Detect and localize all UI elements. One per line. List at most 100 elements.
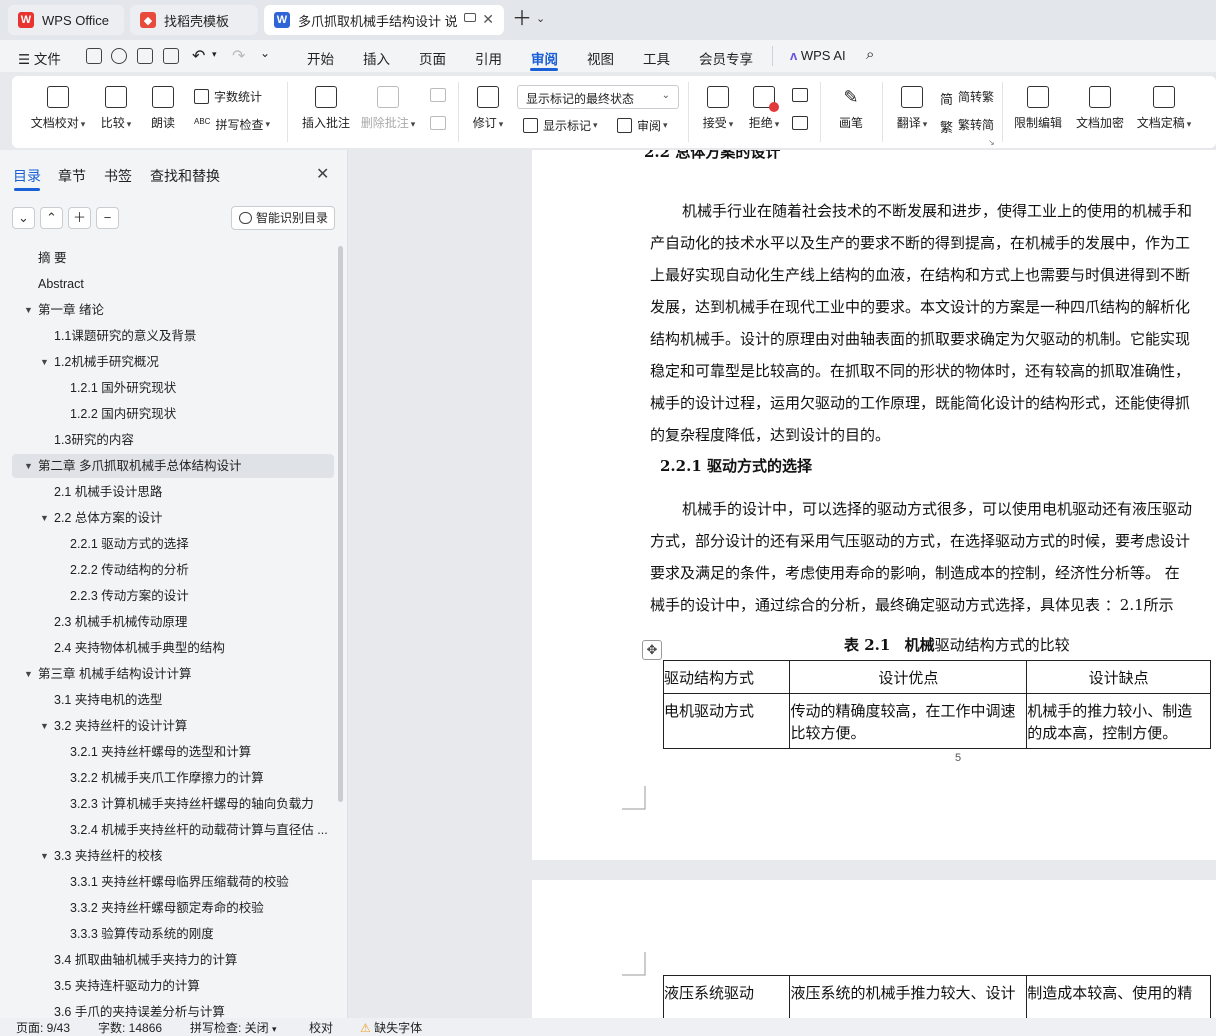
menu-home[interactable]: 开始 bbox=[307, 48, 334, 68]
print-icon[interactable] bbox=[137, 48, 153, 64]
expand-arrow-icon[interactable]: ▼ bbox=[40, 506, 49, 530]
toc-item[interactable]: ▼ 1.2机械手研究概况 bbox=[0, 350, 334, 374]
next-comment-icon[interactable] bbox=[430, 116, 446, 130]
close-icon[interactable]: ✕ bbox=[316, 164, 329, 184]
expand-arrow-icon[interactable]: ▼ bbox=[40, 350, 49, 374]
word-count-indicator[interactable]: 字数: 14866 bbox=[98, 1019, 162, 1036]
toc-item[interactable]: 2.2.3 传动方案的设计 bbox=[0, 584, 334, 608]
toc-item[interactable]: 2.4 夹持物体机械手典型的结构 bbox=[0, 636, 334, 660]
toc-item[interactable]: 1.2.1 国外研究现状 bbox=[0, 376, 334, 400]
document-page[interactable]: 液压系统驱动 液压系统的机械手推力较大、设计 制造成本较高、使用的精 bbox=[532, 880, 1216, 1018]
toc-item[interactable]: 3.1 夹持电机的选型 bbox=[0, 688, 334, 712]
word-count-button[interactable]: 字数统计 bbox=[194, 88, 262, 105]
show-markup-button[interactable]: 显示标记 ▾ bbox=[523, 117, 598, 134]
toc-item[interactable]: 3.5 夹持连杆驱动力的计算 bbox=[0, 974, 334, 998]
read-aloud-button[interactable]: 朗读 bbox=[146, 86, 180, 131]
to-simplified-button[interactable]: 繁繁转简 bbox=[940, 116, 994, 135]
markup-state-select[interactable]: 显示标记的最终状态 ⌄ bbox=[517, 85, 679, 109]
search-icon[interactable]: ⌕ bbox=[866, 46, 874, 63]
group-expand-icon[interactable]: ↘ bbox=[988, 138, 995, 147]
expand-arrow-icon[interactable]: ▼ bbox=[40, 844, 49, 868]
collapse-up-button[interactable]: ⌃ bbox=[40, 207, 63, 229]
translate-button[interactable]: 翻译 ▾ bbox=[892, 86, 932, 131]
page-indicator[interactable]: 页面: 9/43 bbox=[16, 1019, 70, 1036]
toc-item[interactable]: 3.4 抓取曲轴机械手夹持力的计算 bbox=[0, 948, 334, 972]
toc-item[interactable]: ▼ 3.2 夹持丝杆的设计计算 bbox=[0, 714, 334, 738]
track-changes-button[interactable]: 修订 ▾ bbox=[468, 86, 508, 131]
tab-toc[interactable]: 目录 bbox=[13, 166, 41, 186]
tab-bookmarks[interactable]: 书签 bbox=[104, 166, 132, 186]
toc-item[interactable]: 2.2.1 驱动方式的选择 bbox=[0, 532, 334, 556]
toc-item[interactable]: ▼ 第一章 绪论 bbox=[0, 298, 334, 322]
tab-find-replace[interactable]: 查找和替换 bbox=[150, 166, 220, 186]
encrypt-doc-button[interactable]: 文档加密 bbox=[1072, 86, 1128, 131]
tab-wps-office[interactable]: W WPS Office bbox=[8, 5, 124, 35]
table-move-handle-icon[interactable]: ✥ bbox=[642, 640, 662, 660]
delete-comment-button[interactable]: 删除批注 ▾ bbox=[360, 86, 416, 131]
toc-item[interactable]: 2.3 机械手机械传动原理 bbox=[0, 610, 334, 634]
expand-arrow-icon[interactable]: ▼ bbox=[24, 454, 33, 478]
toc-item[interactable]: 3.3.3 验算传动系统的刚度 bbox=[0, 922, 334, 946]
toc-item[interactable]: 1.2.2 国内研究现状 bbox=[0, 402, 334, 426]
menu-insert[interactable]: 插入 bbox=[363, 48, 390, 68]
comparison-table[interactable]: 驱动结构方式 设计优点 设计缺点 电机驱动方式 传动的精确度较高，在工作中调速比… bbox=[662, 660, 1211, 749]
toc-item[interactable]: ▼ 第三章 机械手结构设计计算 bbox=[0, 662, 334, 686]
restrict-edit-button[interactable]: 限制编辑 bbox=[1010, 86, 1066, 131]
remove-heading-button[interactable]: − bbox=[96, 207, 119, 229]
compare-button[interactable]: 比较 ▾ bbox=[96, 86, 136, 131]
menu-view[interactable]: 视图 bbox=[587, 48, 614, 68]
document-canvas[interactable]: 2.2 总体方案的设计 机械手行业在随着社会技术的不断发展和进步，使得工业上的使… bbox=[349, 150, 1216, 1018]
save-icon[interactable] bbox=[86, 48, 102, 64]
expand-arrow-icon[interactable]: ▼ bbox=[24, 298, 33, 322]
tab-sections[interactable]: 章节 bbox=[58, 166, 86, 186]
menu-references[interactable]: 引用 bbox=[475, 48, 502, 68]
menu-tools[interactable]: 工具 bbox=[643, 48, 670, 68]
toc-item[interactable]: ▼ 2.2 总体方案的设计 bbox=[0, 506, 334, 530]
smart-toc-button[interactable]: 智能识别目录 bbox=[231, 206, 335, 230]
insert-comment-button[interactable]: 插入批注 bbox=[300, 86, 352, 131]
undo-dropdown-icon[interactable]: ▾ bbox=[212, 49, 217, 60]
toc-item[interactable]: 3.2.3 计算机械手夹持丝杆螺母的轴向负载力 bbox=[0, 792, 334, 816]
print-preview-icon[interactable] bbox=[163, 48, 179, 64]
previous-change-icon[interactable] bbox=[792, 88, 808, 102]
toc-item[interactable]: 1.1课题研究的意义及背景 bbox=[0, 324, 334, 348]
menu-member[interactable]: 会员专享 bbox=[699, 48, 753, 68]
toc-item[interactable]: ▼ 第二章 多爪抓取机械手总体结构设计 bbox=[12, 454, 334, 478]
expand-arrow-icon[interactable]: ▼ bbox=[24, 662, 33, 686]
close-tab-icon[interactable]: ✕ bbox=[482, 11, 494, 28]
finalize-doc-button[interactable]: 文档定稿 ▾ bbox=[1132, 86, 1196, 131]
tab-current-document[interactable]: W 多爪抓取机械手结构设计 说明 ✕ bbox=[264, 5, 504, 35]
menu-file[interactable]: ☰ 文件 bbox=[18, 48, 61, 68]
toc-item[interactable]: 3.6 手爪的夹持误差分析与计算 bbox=[0, 1000, 334, 1018]
comparison-table-continued[interactable]: 液压系统驱动 液压系统的机械手推力较大、设计 制造成本较高、使用的精 bbox=[662, 975, 1211, 1018]
collapse-down-button[interactable]: ⌄ bbox=[12, 207, 35, 229]
toc-item[interactable]: 3.3.2 夹持丝杆螺母额定寿命的校验 bbox=[0, 896, 334, 920]
doc-check-button[interactable]: 文档校对 ▾ bbox=[28, 86, 88, 131]
toc-item[interactable]: 3.2.1 夹持丝杆螺母的选型和计算 bbox=[0, 740, 334, 764]
sidebar-scrollbar[interactable] bbox=[338, 246, 343, 802]
proof-indicator[interactable]: 校对 bbox=[309, 1019, 333, 1036]
missing-font-indicator[interactable]: ⚠ 缺失字体 bbox=[360, 1019, 422, 1036]
spell-check-indicator[interactable]: 拼写检查: 关闭 ▾ bbox=[190, 1019, 277, 1036]
toc-item[interactable]: Abstract bbox=[0, 272, 334, 296]
toc-item[interactable]: 摘 要 bbox=[0, 246, 334, 270]
menu-review[interactable]: 审阅 bbox=[531, 48, 558, 68]
tab-docer-templates[interactable]: ◆ 找稻壳模板 bbox=[130, 5, 258, 35]
wps-ai-button[interactable]: ᴧ WPS AI bbox=[790, 48, 846, 63]
add-heading-button[interactable]: ＋ bbox=[68, 207, 91, 229]
review-pane-button[interactable]: 审阅 ▾ bbox=[617, 117, 668, 134]
pen-button[interactable]: ✎ 画笔 bbox=[834, 86, 868, 131]
menu-page[interactable]: 页面 bbox=[419, 48, 446, 68]
reject-button[interactable]: 拒绝 ▾ bbox=[744, 86, 784, 131]
toc-item[interactable]: 2.2.2 传动结构的分析 bbox=[0, 558, 334, 582]
share-icon[interactable] bbox=[111, 48, 127, 64]
toc-item[interactable]: 1.3研究的内容 bbox=[0, 428, 334, 452]
more-quick-access-icon[interactable]: ⌄ bbox=[260, 46, 270, 60]
redo-icon[interactable]: ↷ bbox=[232, 46, 245, 66]
expand-arrow-icon[interactable]: ▼ bbox=[40, 714, 49, 738]
toc-item[interactable]: 3.2.2 机械手夹爪工作摩擦力的计算 bbox=[0, 766, 334, 790]
next-change-icon[interactable] bbox=[792, 116, 808, 130]
to-traditional-button[interactable]: 简简转繁 bbox=[940, 88, 994, 107]
previous-comment-icon[interactable] bbox=[430, 88, 446, 102]
toc-item[interactable]: 2.1 机械手设计思路 bbox=[0, 480, 334, 504]
